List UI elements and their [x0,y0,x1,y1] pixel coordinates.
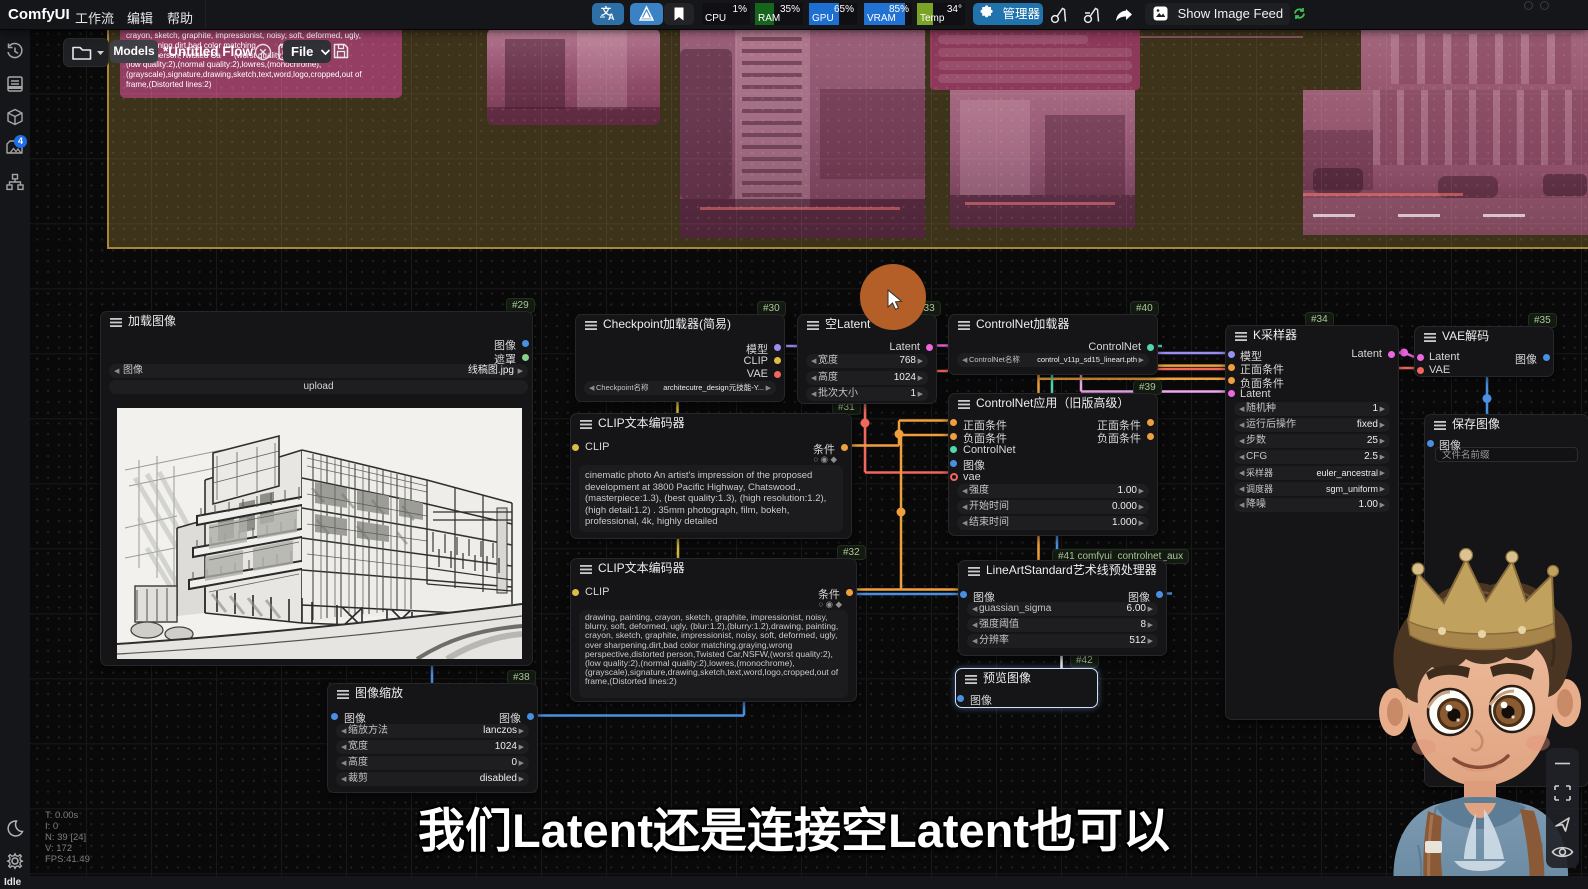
svg-text:A: A [608,12,615,22]
